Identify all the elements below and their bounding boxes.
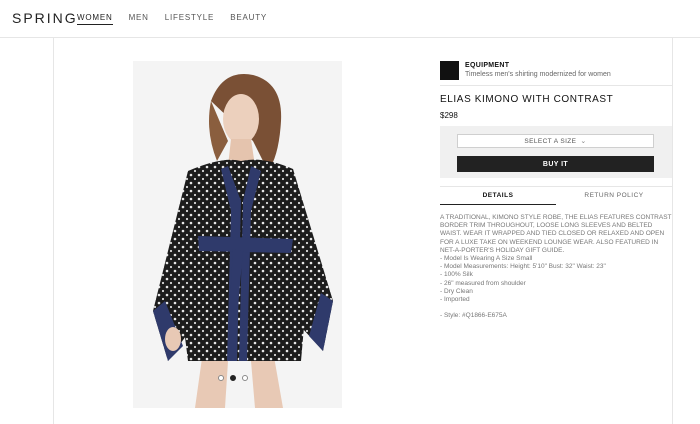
details-list-item: - Dry Clean bbox=[440, 287, 473, 295]
size-select[interactable]: SELECT A SIZE ⌄ bbox=[457, 134, 654, 148]
kimono-model-illustration bbox=[133, 61, 342, 408]
brand-tagline: Timeless men's shirting modernized for w… bbox=[465, 71, 611, 78]
site-logo[interactable]: SPRING bbox=[12, 10, 78, 26]
buy-button[interactable]: BUY IT bbox=[457, 156, 654, 172]
details-list-item: - 26" measured from shoulder bbox=[440, 279, 526, 287]
nav-item-men[interactable]: MEN bbox=[129, 13, 149, 25]
details-list-item: - 100% Silk bbox=[440, 271, 473, 279]
details-list-item: - Model Is Wearing A Size Small bbox=[440, 255, 533, 263]
content-frame-left-border bbox=[53, 38, 54, 424]
divider bbox=[440, 85, 672, 86]
product-price: $298 bbox=[440, 111, 458, 120]
nav-item-beauty[interactable]: BEAUTY bbox=[230, 13, 267, 25]
product-image[interactable] bbox=[133, 61, 342, 408]
brand-logo bbox=[440, 61, 459, 80]
carousel-dot-2[interactable] bbox=[230, 375, 236, 381]
details-list: - Model Is Wearing A Size Small - Model … bbox=[440, 255, 672, 304]
product-title: ELIAS KIMONO WITH CONTRAST bbox=[440, 94, 614, 105]
tab-details[interactable]: DETAILS bbox=[440, 192, 556, 199]
tab-return-policy[interactable]: RETURN POLICY bbox=[556, 192, 672, 199]
product-tabs: DETAILS RETURN POLICY bbox=[440, 186, 672, 205]
nav-item-lifestyle[interactable]: LIFESTYLE bbox=[165, 13, 214, 25]
chevron-down-icon: ⌄ bbox=[580, 138, 587, 145]
details-list-item: - Imported bbox=[440, 296, 470, 304]
brand-row[interactable]: EQUIPMENT Timeless men's shirting modern… bbox=[440, 61, 670, 81]
carousel-dot-3[interactable] bbox=[242, 375, 248, 381]
carousel-dot-1[interactable] bbox=[218, 375, 224, 381]
nav-item-women[interactable]: WOMEN bbox=[77, 13, 113, 25]
image-carousel-dots bbox=[218, 375, 248, 381]
main-nav: WOMEN MEN LIFESTYLE BEAUTY bbox=[77, 13, 283, 25]
brand-name[interactable]: EQUIPMENT bbox=[465, 62, 509, 69]
top-navigation-bar: SPRING WOMEN MEN LIFESTYLE BEAUTY bbox=[0, 0, 700, 38]
style-number: - Style: #Q1866-E675A bbox=[440, 312, 507, 320]
purchase-box: SELECT A SIZE ⌄ BUY IT bbox=[440, 126, 672, 178]
product-details: A TRADITIONAL, KIMONO STYLE ROBE, THE EL… bbox=[440, 214, 672, 320]
active-tab-indicator bbox=[440, 204, 556, 205]
details-description: A TRADITIONAL, KIMONO STYLE ROBE, THE EL… bbox=[440, 214, 672, 254]
size-select-label: SELECT A SIZE bbox=[524, 137, 577, 145]
content-frame-right-border bbox=[672, 38, 673, 424]
details-list-item: - Model Measurements: Height: 5'10" Bust… bbox=[440, 263, 606, 271]
